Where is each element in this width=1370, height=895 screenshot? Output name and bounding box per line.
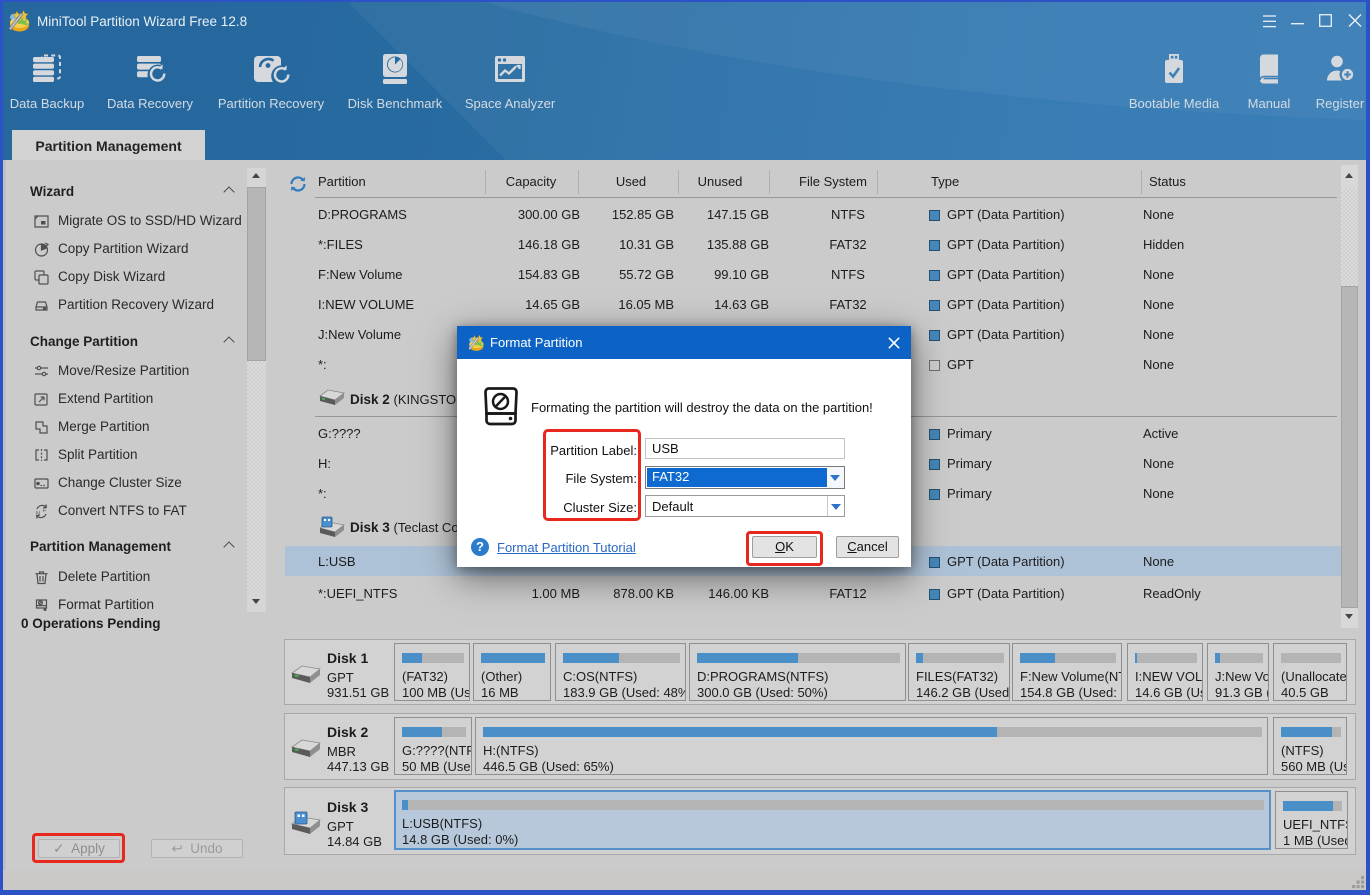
svg-text:F: F xyxy=(43,508,47,514)
svg-text:N: N xyxy=(36,511,40,517)
